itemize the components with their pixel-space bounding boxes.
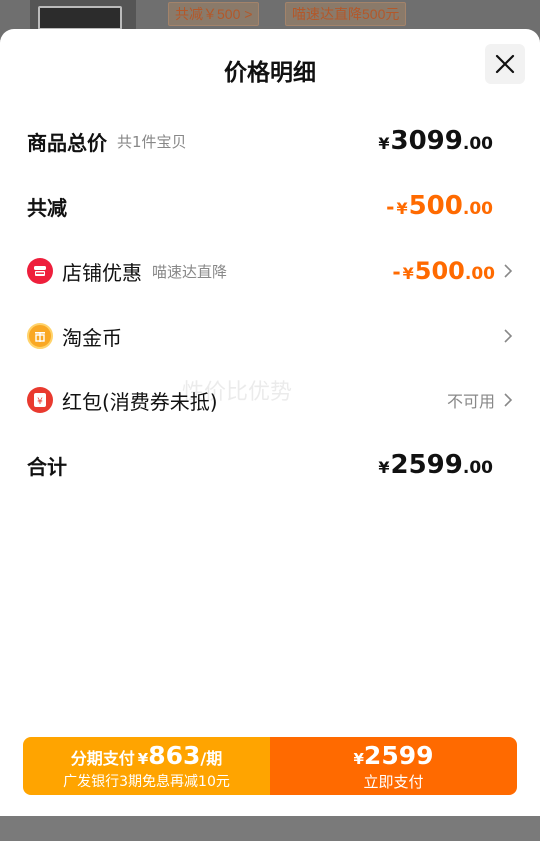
- svg-text:¥: ¥: [37, 397, 43, 407]
- grand-total-row: 合计 ¥ 2599 .00: [27, 445, 513, 485]
- chevron-right-icon: [504, 264, 513, 278]
- shop-discount-row[interactable]: 店铺优惠 喵速达直降 - ¥ 500 .00: [27, 251, 513, 291]
- background-discount-tag: 共减￥500 >: [168, 2, 260, 26]
- pay-now-label: 立即支付: [363, 772, 424, 791]
- grand-total-label: 合计: [27, 454, 67, 479]
- total-discount-label: 共减: [27, 195, 67, 220]
- goods-total-price: ¥ 3099 .00: [378, 126, 493, 156]
- goods-count: 共1件宝贝: [117, 132, 187, 151]
- pay-now-button[interactable]: ¥ 2599 立即支付: [270, 737, 517, 795]
- installment-amount: 863: [148, 741, 201, 770]
- watermark: 性价比优势: [182, 380, 293, 405]
- chevron-right-icon: [504, 329, 513, 343]
- payment-bar: 分期支付 ¥ 863 /期 广发银行3期免息再减10元 ¥ 2599 立即支付: [23, 737, 517, 795]
- shop-discount-label: 店铺优惠: [62, 260, 142, 285]
- installment-pay-button[interactable]: 分期支付 ¥ 863 /期 广发银行3期免息再减10元: [23, 737, 270, 795]
- grand-total-price: ¥ 2599 .00: [378, 450, 493, 480]
- background-promo-tag: 喵速达直降500元: [285, 2, 407, 26]
- gold-coin-icon: [27, 323, 53, 349]
- shop-discount-price: - ¥ 500 .00: [392, 257, 495, 285]
- shop-icon: [27, 258, 53, 284]
- background-product-thumbnail: [30, 0, 136, 32]
- red-packet-status: 不可用: [446, 392, 495, 411]
- gold-coin-label: 淘金币: [62, 325, 122, 350]
- gold-coin-row[interactable]: 淘金币: [27, 316, 513, 356]
- sheet-title: 价格明细: [224, 60, 316, 86]
- background-bottom: [0, 816, 540, 841]
- goods-total-row: 商品总价 共1件宝贝 ¥ 3099 .00: [27, 121, 513, 161]
- red-packet-icon: ¥: [27, 387, 53, 413]
- chevron-right-icon: [504, 393, 513, 407]
- total-discount-row: 共减 - ¥ 500 .00: [27, 186, 513, 226]
- close-button[interactable]: [485, 44, 525, 84]
- total-discount-price: - ¥ 500 .00: [386, 191, 493, 221]
- close-icon: [495, 54, 515, 74]
- goods-total-label: 商品总价: [27, 130, 107, 155]
- pay-now-amount: 2599: [363, 740, 434, 770]
- installment-note: 广发银行3期免息再减10元: [63, 774, 230, 790]
- installment-label: 分期支付: [70, 749, 135, 768]
- shop-discount-sub: 喵速达直降: [152, 262, 228, 281]
- price-detail-sheet: 价格明细 商品总价 共1件宝贝 ¥ 3099 .00 共减 - ¥ 500 .0…: [0, 29, 540, 816]
